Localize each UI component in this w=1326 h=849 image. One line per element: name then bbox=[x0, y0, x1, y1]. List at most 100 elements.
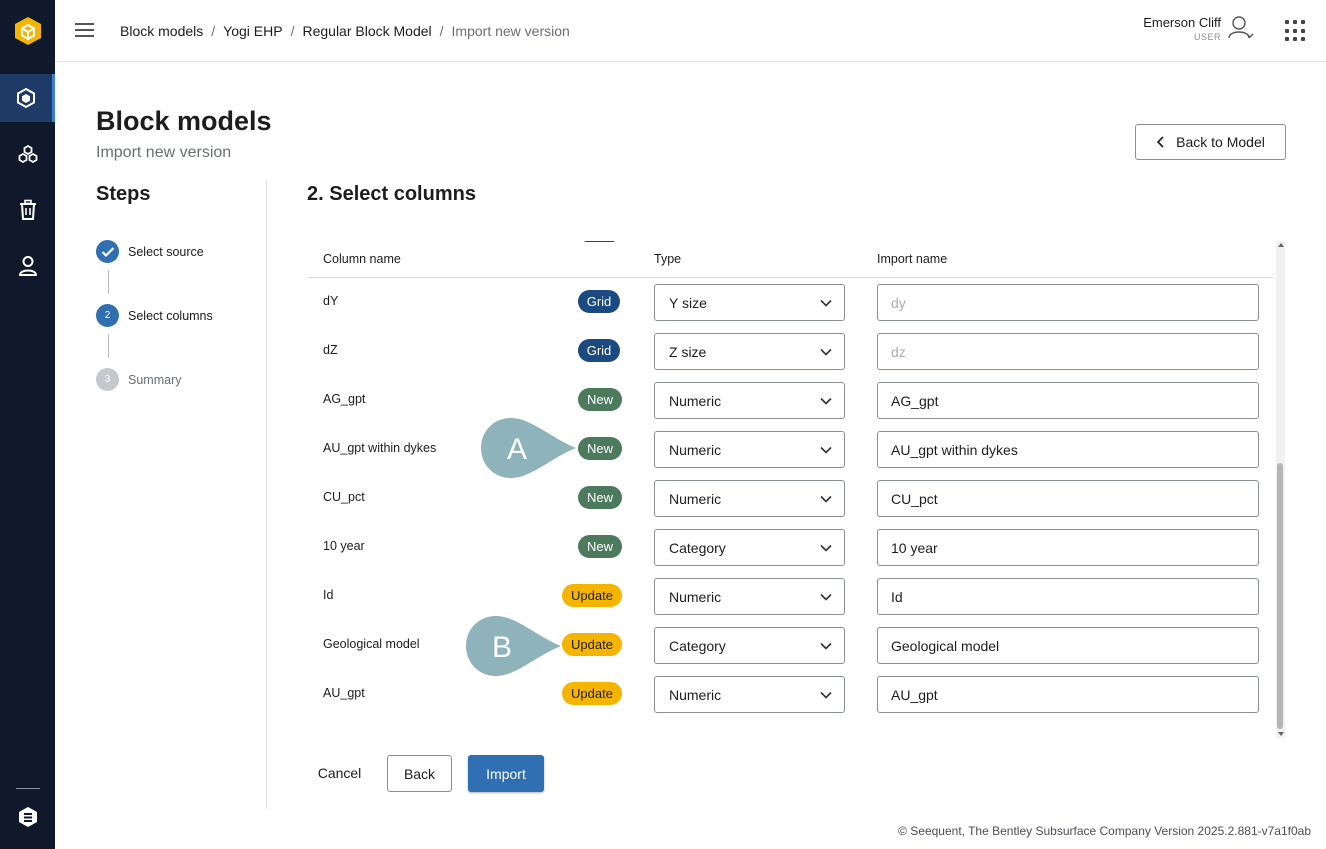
back-button[interactable]: Back bbox=[387, 755, 452, 792]
type-select[interactable]: Z size bbox=[654, 333, 845, 370]
type-select[interactable]: Numeric bbox=[654, 382, 845, 419]
import-name-input[interactable]: dy bbox=[877, 284, 1259, 321]
step-label: Select source bbox=[128, 244, 204, 259]
trash-icon bbox=[19, 199, 36, 220]
chevron-down-icon bbox=[820, 642, 832, 650]
sidebar bbox=[0, 0, 55, 849]
chevron-left-icon bbox=[1157, 136, 1164, 148]
check-icon bbox=[96, 240, 119, 263]
menu-icon[interactable] bbox=[75, 22, 95, 38]
breadcrumb: Block models / Yogi EHP / Regular Block … bbox=[120, 23, 570, 39]
breadcrumb-block-models[interactable]: Block models bbox=[120, 23, 203, 39]
breadcrumb-separator: / bbox=[211, 23, 216, 39]
column-name: Geological model bbox=[323, 637, 420, 651]
import-name-input[interactable]: AU_gpt within dykes bbox=[877, 431, 1259, 468]
type-select[interactable]: Numeric bbox=[654, 480, 845, 517]
status-badge: Update bbox=[562, 633, 622, 656]
step-summary[interactable]: 3 Summary bbox=[96, 368, 181, 391]
scrollbar-thumb[interactable] bbox=[1277, 463, 1283, 729]
seequent-badge-icon bbox=[18, 807, 37, 827]
person-icon bbox=[18, 256, 37, 276]
nav-trash[interactable] bbox=[0, 186, 55, 234]
chevron-down-icon bbox=[820, 348, 832, 356]
type-select-value: Category bbox=[669, 539, 726, 556]
page-title: Block models bbox=[96, 106, 272, 136]
type-select-value: Numeric bbox=[669, 392, 722, 409]
status-badge: Update bbox=[562, 682, 622, 705]
breadcrumb-separator: / bbox=[290, 23, 295, 39]
column-name: dY bbox=[323, 294, 339, 308]
import-name-input[interactable]: dz bbox=[877, 333, 1259, 370]
nav-cubes[interactable] bbox=[0, 130, 55, 178]
user-role: USER bbox=[1193, 32, 1221, 42]
import-button[interactable]: Import bbox=[468, 755, 544, 792]
type-select[interactable]: Y size bbox=[654, 284, 845, 321]
type-select[interactable]: Numeric bbox=[654, 676, 845, 713]
callout-a-label: A bbox=[507, 433, 527, 466]
step-label: Select columns bbox=[128, 308, 213, 323]
step-number: 3 bbox=[96, 368, 119, 391]
import-name-input[interactable]: CU_pct bbox=[877, 480, 1259, 517]
cubes-icon bbox=[18, 144, 37, 164]
apps-grid-icon[interactable] bbox=[1285, 20, 1307, 42]
header-import-name: Import name bbox=[877, 252, 948, 266]
import-name-input[interactable]: Id bbox=[877, 578, 1259, 615]
table-row: AU_gpt Update Numeric AU_gpt bbox=[307, 670, 1274, 719]
column-name: AG_gpt bbox=[323, 392, 366, 406]
user-info[interactable]: Emerson Cliff USER bbox=[1141, 15, 1221, 42]
type-select-value: Numeric bbox=[669, 588, 722, 605]
status-badge: New bbox=[578, 437, 622, 460]
type-select[interactable]: Category bbox=[654, 529, 845, 566]
column-name: 10 year bbox=[323, 539, 365, 553]
user-menu-icon[interactable] bbox=[1227, 14, 1255, 42]
import-name-input[interactable]: AU_gpt bbox=[877, 676, 1259, 713]
status-badge: New bbox=[578, 535, 622, 558]
table-row: AU_gpt within dykes New Numeric AU_gpt with… bbox=[307, 425, 1274, 474]
header-column-name: Column name bbox=[323, 252, 401, 266]
steps-divider bbox=[266, 180, 267, 809]
step-select-columns[interactable]: 2 Select columns bbox=[96, 304, 213, 327]
import-name-input[interactable]: AG_gpt bbox=[877, 382, 1259, 419]
nav-help[interactable] bbox=[0, 793, 55, 841]
column-name: AU_gpt within dykes bbox=[323, 441, 437, 455]
footer-copyright: © Seequent, The Bentley Subsurface Compa… bbox=[898, 824, 1311, 838]
import-name-input[interactable]: 10 year bbox=[877, 529, 1259, 566]
app-logo[interactable] bbox=[0, 0, 55, 62]
nav-user[interactable] bbox=[0, 242, 55, 290]
table-row: CU_pct New Numeric CU_pct bbox=[307, 474, 1274, 523]
columns-table: Column name Type Import name dY Grid Y siz… bbox=[307, 241, 1274, 738]
table-row: Id Update Numeric Id bbox=[307, 572, 1274, 621]
chevron-down-icon bbox=[820, 397, 832, 405]
breadcrumb-yogi-ehp[interactable]: Yogi EHP bbox=[223, 23, 282, 39]
type-select[interactable]: Category bbox=[654, 627, 845, 664]
table-row: AG_gpt New Numeric AG_gpt bbox=[307, 376, 1274, 425]
top-header: Block models / Yogi EHP / Regular Block … bbox=[55, 0, 1326, 62]
step-select-source[interactable]: Select source bbox=[96, 240, 204, 263]
table-row: 10 year New Category 10 year bbox=[307, 523, 1274, 572]
type-select[interactable]: Numeric bbox=[654, 431, 845, 468]
breadcrumb-regular-block-model[interactable]: Regular Block Model bbox=[302, 23, 431, 39]
user-name: Emerson Cliff bbox=[1143, 15, 1221, 30]
chevron-down-icon bbox=[820, 691, 832, 699]
column-name: dZ bbox=[323, 343, 338, 357]
back-to-model-button[interactable]: Back to Model bbox=[1135, 124, 1286, 160]
type-select-value: Category bbox=[669, 637, 726, 654]
status-badge: Update bbox=[562, 584, 622, 607]
scroll-down-icon[interactable] bbox=[1278, 732, 1284, 736]
column-name: Id bbox=[323, 588, 334, 602]
scroll-up-icon[interactable] bbox=[1278, 243, 1284, 247]
status-badge: New bbox=[578, 388, 622, 411]
nav-block-models[interactable] bbox=[0, 74, 55, 122]
column-name: CU_pct bbox=[323, 490, 365, 504]
sidebar-divider bbox=[16, 788, 40, 789]
back-to-model-label: Back to Model bbox=[1176, 134, 1265, 150]
type-select-value: Numeric bbox=[669, 441, 722, 458]
table-scrollbar[interactable] bbox=[1276, 241, 1285, 738]
cancel-button[interactable]: Cancel bbox=[307, 755, 372, 791]
table-row: dZ Grid Z size dz bbox=[307, 327, 1274, 376]
type-select-value: Y size bbox=[669, 294, 707, 311]
import-name-input[interactable]: Geological model bbox=[877, 627, 1259, 664]
type-select[interactable]: Numeric bbox=[654, 578, 845, 615]
step-connector bbox=[108, 334, 109, 358]
step-number: 2 bbox=[96, 304, 119, 327]
